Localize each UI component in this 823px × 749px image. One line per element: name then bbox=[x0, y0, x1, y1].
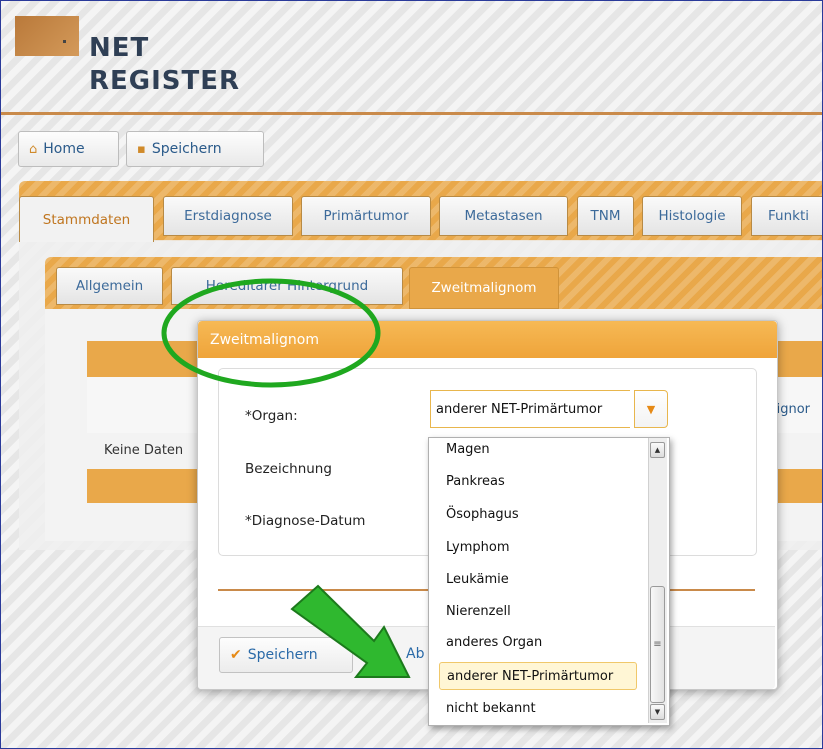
no-data-text: Keine Daten bbox=[104, 443, 184, 458]
dropdown-scrollbar[interactable]: ▲ ≡ ▼ bbox=[648, 438, 667, 723]
save-icon: ▪ bbox=[137, 141, 146, 157]
dropdown-option-anderes-organ[interactable]: anderes Organ bbox=[439, 628, 639, 656]
tab-stammdaten[interactable]: Stammdaten bbox=[19, 196, 154, 242]
organ-dropdown-button[interactable]: ▼ bbox=[634, 390, 668, 428]
bezeichnung-label: Bezeichnung bbox=[245, 461, 332, 477]
dropdown-option-oesophagus[interactable]: Ösophagus bbox=[439, 500, 639, 528]
dialog-title: Zweitmalignom bbox=[198, 321, 777, 358]
header-divider bbox=[1, 112, 822, 115]
tab-tnm[interactable]: TNM bbox=[577, 196, 634, 236]
organ-label: *Organ: bbox=[245, 408, 298, 424]
scroll-down-icon[interactable]: ▼ bbox=[650, 704, 665, 720]
tab-funktion[interactable]: Funkti bbox=[751, 196, 822, 236]
tab-erstdiagnose[interactable]: Erstdiagnose bbox=[163, 196, 293, 236]
check-icon: ✔ bbox=[230, 647, 242, 663]
home-button[interactable]: ⌂ Home bbox=[18, 131, 119, 167]
dropdown-option-pankreas[interactable]: Pankreas bbox=[439, 467, 639, 495]
dropdown-option-anderer-net-primaertumor[interactable]: anderer NET-Primärtumor bbox=[439, 662, 637, 690]
dropdown-option-lymphom[interactable]: Lymphom bbox=[439, 533, 639, 561]
subtab-hereditaerer-hintergrund[interactable]: Hereditärer Hintergrund bbox=[171, 267, 403, 305]
organ-select[interactable]: anderer NET-Primärtumor bbox=[430, 390, 630, 428]
logo-dot bbox=[63, 40, 66, 43]
logo-mark bbox=[15, 16, 79, 56]
dialog-cancel-button[interactable]: Ab bbox=[406, 646, 424, 662]
organ-dropdown-list: Magen Pankreas Ösophagus Lymphom Leukämi… bbox=[428, 437, 670, 726]
home-icon: ⌂ bbox=[29, 141, 38, 157]
tab-metastasen[interactable]: Metastasen bbox=[439, 196, 568, 236]
save-button[interactable]: ▪ Speichern bbox=[126, 131, 264, 167]
subtab-allgemein[interactable]: Allgemein bbox=[56, 267, 163, 305]
logo-text-register: REGISTER bbox=[89, 66, 241, 96]
dropdown-option-nierenzell[interactable]: Nierenzell bbox=[439, 597, 639, 625]
dropdown-option-magen[interactable]: Magen bbox=[439, 435, 639, 463]
dialog-save-label: Speichern bbox=[247, 647, 318, 663]
scrollbar-thumb[interactable]: ≡ bbox=[650, 586, 665, 703]
dialog-save-button[interactable]: ✔ Speichern bbox=[219, 637, 353, 673]
dropdown-option-leukaemie[interactable]: Leukämie bbox=[439, 565, 639, 593]
chevron-down-icon: ▼ bbox=[646, 402, 656, 416]
tab-histologie[interactable]: Histologie bbox=[642, 196, 742, 236]
diagnose-datum-label: *Diagnose-Datum bbox=[245, 513, 366, 529]
dropdown-option-nicht-bekannt[interactable]: nicht bekannt bbox=[439, 694, 639, 722]
tab-primaertumor[interactable]: Primärtumor bbox=[301, 196, 431, 236]
home-button-label: Home bbox=[43, 141, 85, 157]
save-button-label: Speichern bbox=[151, 141, 222, 157]
logo-text-net: NET bbox=[89, 33, 150, 63]
app-frame: NET REGISTER ⌂ Home ▪ Speichern Stammdat… bbox=[0, 0, 823, 749]
subtab-zweitmalignom[interactable]: Zweitmalignom bbox=[409, 267, 559, 309]
scroll-up-icon[interactable]: ▲ bbox=[650, 442, 665, 458]
table-header-cut-text: lignor bbox=[773, 402, 811, 417]
